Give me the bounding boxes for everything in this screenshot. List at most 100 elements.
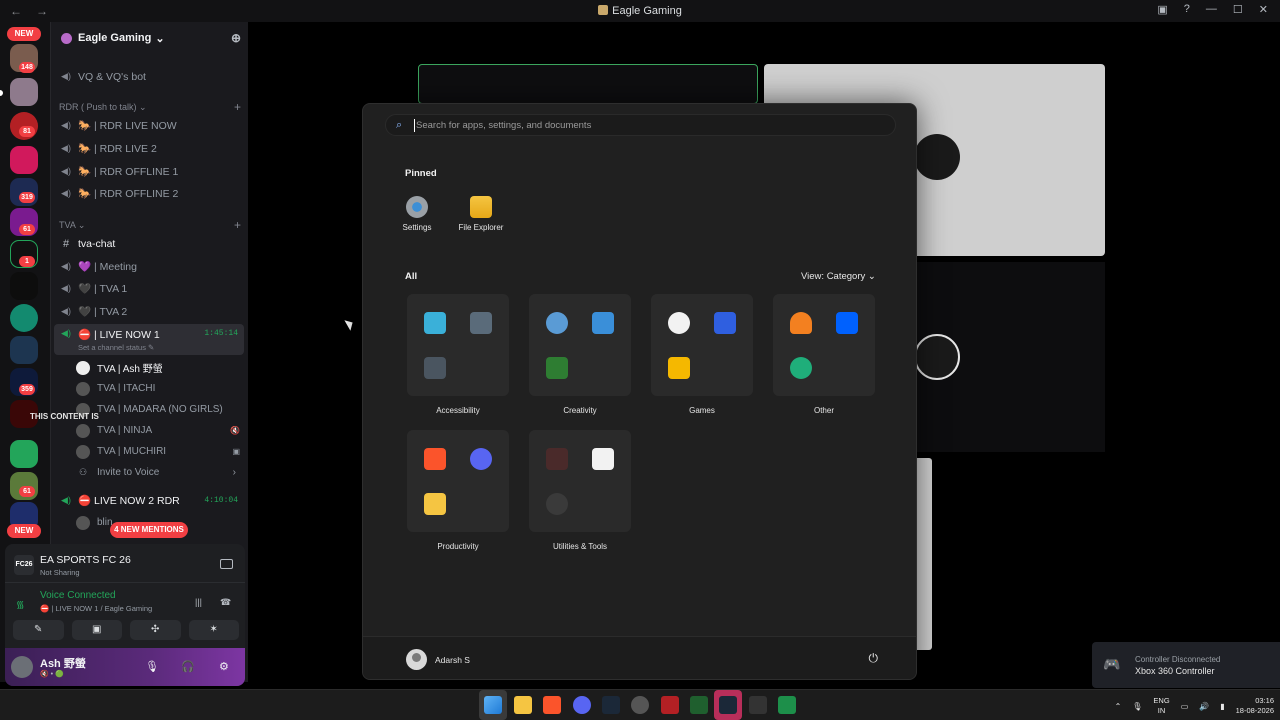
member-name: TVA | ITACHI bbox=[97, 383, 156, 394]
ea-icon[interactable] bbox=[749, 696, 767, 714]
voice-member[interactable]: TVA | ITACHI bbox=[76, 378, 244, 399]
spreadsheet-icon[interactable] bbox=[778, 696, 796, 714]
microphone-icon[interactable]: 🎙 bbox=[1132, 702, 1142, 711]
category-folder-other[interactable] bbox=[773, 294, 875, 396]
voice-channel[interactable]: ◀) 🐎 | RDR LIVE 2 bbox=[54, 138, 244, 159]
server-icon[interactable] bbox=[10, 272, 38, 300]
server-icon[interactable] bbox=[10, 78, 38, 106]
microphone-icon[interactable]: 🎙 bbox=[145, 660, 159, 673]
windows-start-icon[interactable] bbox=[484, 696, 502, 714]
help-icon[interactable]: ? bbox=[1184, 3, 1190, 16]
voice-channel-path[interactable]: ⛔ | LIVE NOW 1 / Eagle Gaming bbox=[40, 604, 152, 613]
server-icon[interactable] bbox=[10, 336, 38, 364]
avatar[interactable] bbox=[11, 656, 33, 678]
system-tray: ⌃ 🎙 ENG IN ▭ 🔊 ▮ 03:16 18-08-2026 bbox=[1115, 692, 1274, 720]
channel-name: 🖤 | TVA 1 bbox=[78, 283, 128, 295]
new-mentions-pill[interactable]: 4 NEW MENTIONS bbox=[110, 522, 188, 538]
all-heading: All bbox=[405, 271, 418, 282]
category-folder-games[interactable] bbox=[651, 294, 753, 396]
add-channel-icon[interactable]: + bbox=[234, 218, 241, 232]
voice-channel[interactable]: ◀) 🐎 | RDR LIVE NOW bbox=[54, 115, 244, 136]
app-icon[interactable] bbox=[661, 696, 679, 714]
voice-member[interactable]: TVA | MADARA (NO GIRLS) bbox=[76, 399, 244, 420]
category-label: Creativity bbox=[563, 406, 597, 415]
headset-icon[interactable]: 🎧 bbox=[181, 660, 195, 673]
invite-member-icon[interactable]: ⊕ bbox=[231, 31, 241, 45]
speaker-icon: ◀) bbox=[61, 188, 71, 198]
voice-channel[interactable]: ◀) 🖤 | TVA 1 bbox=[54, 278, 244, 299]
channel-status[interactable]: Set a channel status ✎ bbox=[78, 343, 154, 352]
network-icon[interactable]: ▭ bbox=[1181, 702, 1189, 711]
app-icon[interactable] bbox=[631, 696, 649, 714]
server-icon[interactable] bbox=[10, 146, 38, 174]
screen-share-button[interactable]: ▣ bbox=[71, 620, 122, 640]
account-avatar[interactable] bbox=[406, 649, 427, 670]
app-icon[interactable] bbox=[690, 696, 708, 714]
category-folder-creativity[interactable] bbox=[529, 294, 631, 396]
discord-icon[interactable] bbox=[573, 696, 591, 714]
activities-button[interactable]: ✣ bbox=[130, 620, 181, 640]
soundboard-button[interactable]: ✶ bbox=[188, 620, 239, 640]
brave-icon[interactable] bbox=[543, 696, 561, 714]
channel-name: 🐎 | RDR LIVE NOW bbox=[78, 120, 177, 132]
battery-icon[interactable]: ▮ bbox=[1220, 702, 1224, 711]
add-channel-icon[interactable]: + bbox=[234, 100, 241, 114]
language-indicator[interactable]: ENG IN bbox=[1153, 696, 1169, 716]
view-category-dropdown[interactable]: View: Category ⌄ bbox=[801, 271, 876, 282]
category-header[interactable]: TVA ⌄ + bbox=[59, 218, 241, 232]
member-name: TVA | NINJA bbox=[97, 425, 153, 436]
voice-status-panel: ᯾ Voice Connected ⛔ | LIVE NOW 1 / Eagle… bbox=[5, 588, 245, 618]
voice-channel[interactable]: ◀) VQ & VQ's bot bbox=[54, 66, 244, 87]
clock[interactable]: 03:16 18-08-2026 bbox=[1236, 696, 1274, 716]
voice-member[interactable]: TVA | MUCHIRI ▣ bbox=[76, 441, 244, 462]
unread-badge: 319 bbox=[19, 192, 35, 203]
voice-channel[interactable]: ◀) ⛔ LIVE NOW 2 RDR 4:10:04 bbox=[54, 490, 244, 511]
account-name[interactable]: Adarsh S bbox=[435, 655, 470, 665]
category-folder-accessibility[interactable] bbox=[407, 294, 509, 396]
noise-suppression-icon[interactable]: ||| bbox=[195, 597, 202, 607]
category-header[interactable]: RDR ( Push to talk) ⌄ + bbox=[59, 100, 241, 114]
server-icon[interactable] bbox=[10, 304, 38, 332]
file-explorer-icon[interactable] bbox=[514, 696, 532, 714]
voice-channel-active[interactable]: ◀) ⛔ | LIVE NOW 1 1:45:14 Set a channel … bbox=[54, 324, 244, 355]
category-folder-utilities[interactable] bbox=[529, 430, 631, 532]
speaker-icon: ◀) bbox=[61, 166, 71, 176]
power-icon[interactable]: ⏻ bbox=[869, 651, 879, 666]
stream-tile[interactable] bbox=[418, 64, 758, 104]
close-button[interactable]: ✕ bbox=[1259, 3, 1268, 16]
server-icon[interactable] bbox=[10, 440, 38, 468]
steam-icon[interactable] bbox=[719, 696, 737, 714]
invite-to-voice[interactable]: ⚇ Invite to Voice › bbox=[76, 462, 244, 483]
speaker-icon: ◀) bbox=[61, 328, 71, 338]
voice-channel[interactable]: ◀) 🖤 | TVA 2 bbox=[54, 301, 244, 322]
camera-off-button[interactable]: ✎ bbox=[13, 620, 64, 640]
health-icon bbox=[790, 357, 812, 379]
start-search-box[interactable]: ⌕ Search for apps, settings, and documen… bbox=[385, 114, 896, 136]
bot-icon: ▣ bbox=[232, 447, 240, 456]
share-screen-icon[interactable] bbox=[220, 559, 233, 569]
minimize-button[interactable]: — bbox=[1206, 3, 1217, 16]
pinned-app-file-explorer[interactable]: File Explorer bbox=[451, 196, 511, 232]
clock-date: 18-08-2026 bbox=[1235, 706, 1274, 715]
voice-member[interactable]: TVA | Ash 野螢 bbox=[76, 357, 244, 378]
category-folder-productivity[interactable] bbox=[407, 430, 509, 532]
controller-toast[interactable]: 🎮 Controller Disconnected Xbox 360 Contr… bbox=[1092, 642, 1280, 688]
settings-gear-icon[interactable]: ⚙ bbox=[219, 660, 229, 673]
text-channel[interactable]: # tva-chat bbox=[54, 233, 244, 254]
voice-member[interactable]: TVA | NINJA 🔇 bbox=[76, 420, 244, 441]
voice-channel[interactable]: ◀) 🐎 | RDR OFFLINE 1 bbox=[54, 161, 244, 182]
voice-channel[interactable]: ◀) 🐎 | RDR OFFLINE 2 bbox=[54, 183, 244, 204]
pinned-app-settings[interactable]: Settings bbox=[387, 196, 447, 232]
signal-icon[interactable]: ᯾ bbox=[16, 597, 25, 611]
maximize-button[interactable]: ☐ bbox=[1233, 3, 1243, 16]
disconnect-icon[interactable]: ☎ bbox=[220, 597, 231, 608]
guild-header[interactable]: Eagle Gaming ⌄ ⊕ bbox=[51, 22, 249, 54]
avatar bbox=[76, 423, 90, 438]
steam-icon[interactable] bbox=[602, 696, 620, 714]
inbox-icon[interactable]: ▣ bbox=[1157, 3, 1167, 16]
chevron-up-icon[interactable]: ⌃ bbox=[1115, 702, 1122, 711]
notepad-icon bbox=[592, 448, 614, 470]
volume-icon[interactable]: 🔊 bbox=[1199, 702, 1209, 711]
title-bar: ← → Eagle Gaming ▣ ? — ☐ ✕ bbox=[0, 0, 1280, 22]
voice-channel[interactable]: ◀) 💜 | Meeting bbox=[54, 256, 244, 277]
